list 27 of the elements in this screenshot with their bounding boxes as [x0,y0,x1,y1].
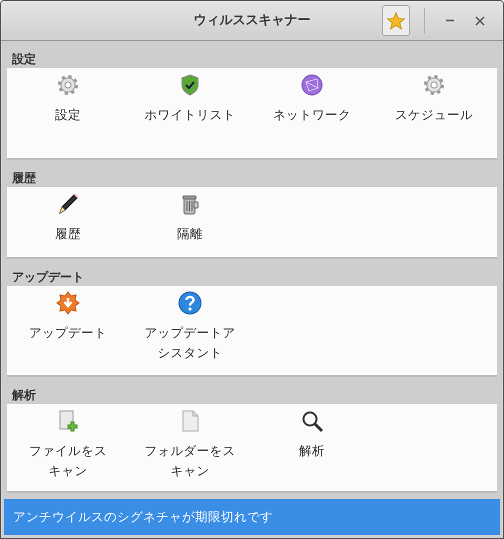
network-icon[interactable] [300,73,324,97]
download-badge-icon[interactable] [56,291,80,316]
minimize-icon [445,19,455,22]
close-icon [475,16,485,26]
pencil-icon[interactable] [56,192,80,216]
search-icon[interactable] [300,408,324,433]
tool-label[interactable]: 設定 [55,105,81,125]
tool-label[interactable]: ファイルをス キャン [29,440,107,481]
section-heading: 解析 [10,386,37,404]
section-heading: 設定 [10,51,37,68]
tool-label[interactable]: ネットワーク [273,105,351,125]
window-title: ウィルススキャナー [194,12,310,30]
gear-icon[interactable] [422,73,446,97]
section-heading: 履歴 [11,170,37,188]
tool-label[interactable]: フォルダーをス キャン [144,440,236,481]
help-icon[interactable] [178,291,202,316]
tool-label[interactable]: アップデート [29,323,107,344]
gear-icon[interactable] [56,73,80,97]
section-heading: アップデート [11,269,85,286]
tool-label[interactable]: 解析 [299,440,325,461]
tool-label[interactable]: アップデートア シスタント [144,323,236,364]
status-message: アンチウイルスのシグネチャが期限切れです [4,499,500,536]
tool-label[interactable]: 隔離 [177,224,203,244]
tool-label[interactable]: ホワイトリスト [144,105,236,125]
star-icon [386,10,406,30]
tool-label[interactable]: 履歴 [55,224,81,244]
tool-label[interactable]: スケジュール [395,105,473,125]
